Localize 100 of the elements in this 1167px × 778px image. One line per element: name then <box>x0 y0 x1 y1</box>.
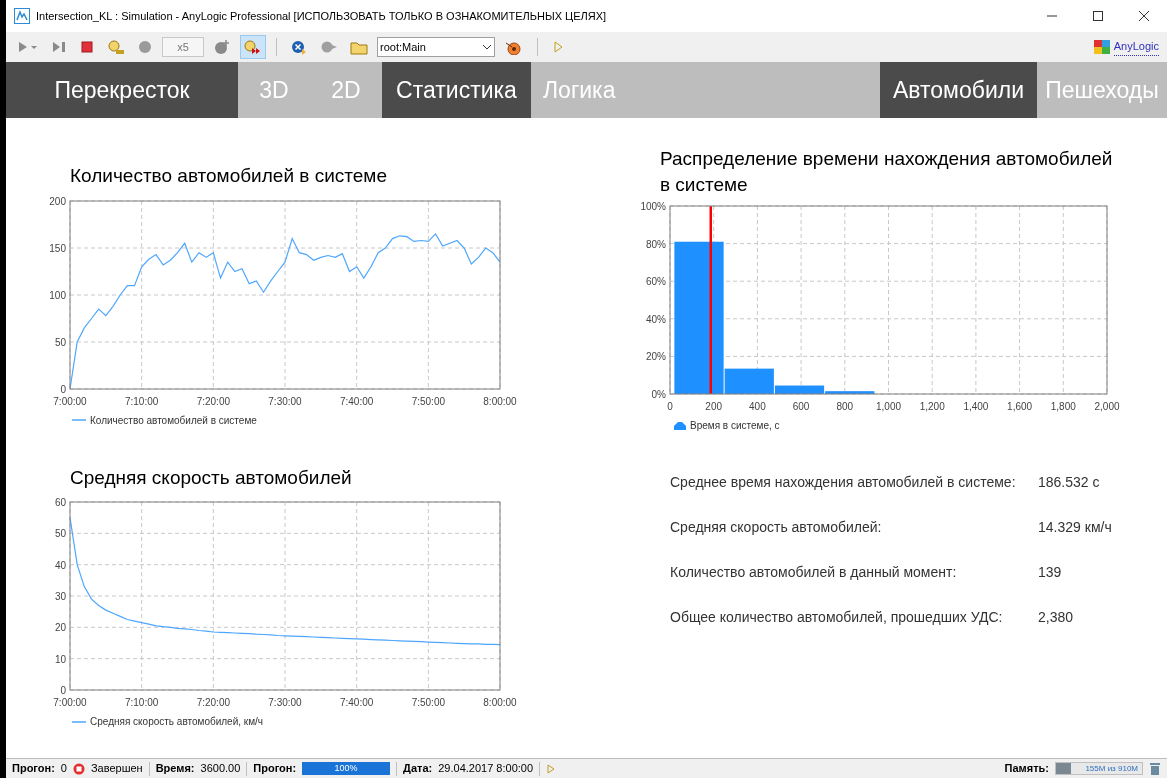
axis-tick-label: 1,800 <box>1050 401 1076 412</box>
axis-tick-label: 7:20:00 <box>196 395 230 407</box>
run-icon <box>17 39 39 55</box>
stat-unit: с <box>1092 473 1100 492</box>
stat-label: Количество автомобилей в данный момент: <box>670 563 958 582</box>
stat-unit: км/ч <box>1084 518 1112 537</box>
progress-text: 100% <box>333 762 359 775</box>
legend-line-icon <box>72 718 86 725</box>
play-outline-icon <box>551 39 565 55</box>
window-title: Intersection_KL : Simulation - AnyLogic Professional [ИСПОЛЬЗОВАТЬ ТОЛЬКО В ОЗНАКОМИТЕЛЬНЫХ ЦЕЛЯХ] <box>36 8 607 24</box>
axis-tick-label: 8:00:00 <box>483 697 517 708</box>
maximize-icon <box>1093 11 1103 21</box>
axis-tick-label: 7:10:00 <box>125 697 159 708</box>
status-label: Прогон: <box>12 761 55 777</box>
axis-tick-label: 1,000 <box>876 401 901 412</box>
status-value: 0 <box>60 761 67 777</box>
nav-tab[interactable]: Перекресток <box>6 62 238 118</box>
axis-tick-label: 1,400 <box>963 401 989 412</box>
axis-tick-label: 100 <box>49 289 66 301</box>
chart-title: Распределение времени нахождения автомобилей в системе <box>660 147 1114 197</box>
clock-plus-icon <box>213 39 231 55</box>
stop-circle-icon <box>72 762 85 775</box>
status-value: 3600.00 <box>200 761 241 777</box>
axis-tick-label: 600 <box>792 401 810 412</box>
stat-label: Средняя скорость автомобилей: <box>670 518 883 537</box>
memory-text: 155M из 910M <box>1084 763 1139 774</box>
chart-title: Количество автомобилей в системе <box>70 164 388 188</box>
axis-tick-label: 30 <box>54 591 66 602</box>
stat-label: Общее количество автомобилей, прошедших УДС: <box>670 608 1004 627</box>
clock-icon <box>107 39 125 55</box>
stat-value: 139 <box>1038 563 1062 582</box>
axis-tick-label: 200 <box>705 401 723 412</box>
axis-tick-label: 60% <box>646 276 666 288</box>
axis-tick-label: 150 <box>49 242 66 254</box>
axis-tick-label: 50 <box>54 528 66 540</box>
axis-tick-label: 60 <box>54 497 66 508</box>
stop-icon <box>79 39 95 55</box>
step-icon <box>51 39 67 55</box>
trash-icon <box>1149 762 1161 775</box>
legend-label: Средняя скорость автомобилей, км/ч <box>90 715 264 729</box>
stat-value: 186.532 <box>1038 473 1089 492</box>
axis-tick-label: 7:40:00 <box>340 395 374 407</box>
axis-tick-label: 7:10:00 <box>125 395 159 407</box>
chevron-down-icon <box>482 44 492 50</box>
axis-tick-label: 50 <box>54 336 66 348</box>
status-value: Завершен <box>90 761 143 777</box>
status-label: Дата: <box>403 761 433 777</box>
axis-tick-label: 7:30:00 <box>268 395 302 407</box>
arrow-circle-icon <box>320 39 338 55</box>
legend-line-icon <box>72 417 86 423</box>
axis-tick-label: 100% <box>640 201 666 212</box>
folder-icon <box>350 39 368 55</box>
clock-icon <box>137 39 153 55</box>
speed-field[interactable]: x5 <box>162 37 204 57</box>
garbage-collect-button[interactable] <box>1149 762 1161 775</box>
nav-tab[interactable]: Статистика <box>382 62 531 118</box>
axis-tick-label: 7:20:00 <box>196 697 230 708</box>
status-label: Прогон: <box>253 761 297 777</box>
x-badge-icon <box>290 39 308 55</box>
axis-tick-label: 0 <box>667 401 673 412</box>
play-outline-icon <box>546 762 557 775</box>
axis-tick-label: 400 <box>749 401 766 412</box>
axis-tick-label: 20% <box>646 351 666 363</box>
stat-label: Среднее время нахождения автомобилей в системе: <box>670 473 1017 492</box>
fast-forward-button[interactable] <box>240 35 266 59</box>
axis-tick-label: 800 <box>836 401 854 412</box>
axis-tick-label: 7:50:00 <box>411 395 445 407</box>
minimize-icon <box>1047 15 1057 17</box>
axis-tick-label: 200 <box>49 195 66 207</box>
axis-tick-label: 7:00:00 <box>53 697 87 708</box>
axis-tick-label: 20 <box>54 622 66 634</box>
axis-tick-label: 2,000 <box>1094 401 1120 412</box>
axis-tick-label: 7:30:00 <box>268 697 302 708</box>
nav-tab[interactable]: Автомобили <box>880 62 1037 118</box>
axis-tick-label: 7:50:00 <box>411 697 445 708</box>
experiment-dropdown[interactable]: root:Main <box>377 37 495 57</box>
app-logo-icon <box>14 8 30 24</box>
axis-tick-label: 40 <box>54 559 66 571</box>
axis-tick-label: 10 <box>54 653 66 665</box>
target-icon <box>504 39 524 55</box>
close-icon <box>1139 11 1149 21</box>
stat-value: 14.329 <box>1038 518 1081 537</box>
status-label: Память: <box>1004 761 1049 777</box>
anylogic-link[interactable]: AnyLogic <box>1113 38 1159 56</box>
stat-value: 2,380 <box>1038 608 1074 627</box>
axis-tick-label: 7:40:00 <box>340 697 374 708</box>
puzzle-logo-icon <box>1093 40 1110 54</box>
axis-tick-label: 1,600 <box>1007 401 1033 412</box>
axis-tick-label: 1,200 <box>919 401 945 412</box>
status-value: 29.04.2017 8:00:00 <box>438 761 534 777</box>
axis-tick-label: 0% <box>651 389 666 400</box>
axis-tick-label: 7:00:00 <box>53 395 87 407</box>
axis-tick-label: 40% <box>646 313 666 325</box>
axis-tick-label: 0 <box>60 383 66 395</box>
legend-area-icon <box>674 421 686 430</box>
axis-tick-label: 8:00:00 <box>483 395 517 407</box>
legend-label: Время в системе, с <box>690 419 780 433</box>
legend-label: Количество автомобилей в системе <box>90 413 257 428</box>
status-label: Время: <box>155 761 195 777</box>
axis-tick-label: 0 <box>60 685 66 696</box>
